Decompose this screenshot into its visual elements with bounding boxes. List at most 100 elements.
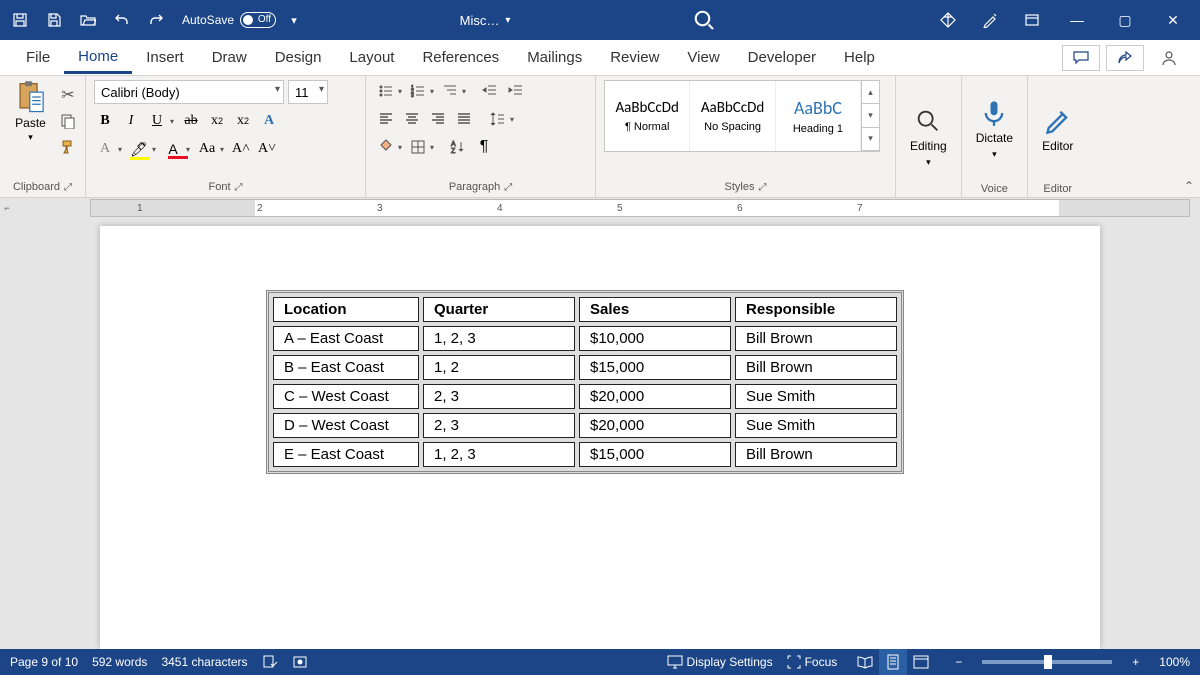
spellcheck-icon[interactable] — [262, 654, 278, 670]
clipboard-launcher-icon[interactable]: ⤢ — [64, 182, 72, 193]
share-button[interactable] — [1106, 45, 1144, 71]
table-cell[interactable]: 1, 2, 3 — [423, 326, 575, 351]
font-color-grey-button[interactable]: A — [94, 138, 116, 160]
table-cell[interactable]: $10,000 — [579, 326, 731, 351]
web-layout-icon[interactable] — [907, 649, 935, 675]
zoom-out-button[interactable]: − — [949, 655, 968, 669]
title-dropdown-icon[interactable]: ▾ — [505, 15, 510, 26]
table-cell[interactable]: B – East Coast — [273, 355, 419, 380]
decrease-indent-button[interactable] — [478, 80, 502, 102]
maximize-button[interactable]: ▢ — [1102, 0, 1148, 40]
bold-button[interactable]: B — [94, 110, 116, 132]
document-area[interactable]: LocationQuarterSalesResponsible A – East… — [0, 218, 1200, 649]
table-cell[interactable]: Bill Brown — [735, 442, 897, 467]
numbering-button[interactable]: 123 — [406, 80, 430, 102]
print-layout-icon[interactable] — [879, 649, 907, 675]
styles-launcher-icon[interactable]: ⤢ — [758, 182, 766, 193]
gallery-up-icon[interactable]: ▴ — [862, 81, 879, 104]
tab-help[interactable]: Help — [830, 43, 889, 72]
shrink-font-button[interactable]: A˅ — [256, 138, 278, 160]
table-cell[interactable]: Sue Smith — [735, 384, 897, 409]
page[interactable]: LocationQuarterSalesResponsible A – East… — [100, 226, 1100, 649]
document-table[interactable]: LocationQuarterSalesResponsible A – East… — [266, 290, 904, 474]
paragraph-launcher-icon[interactable]: ⤢ — [504, 182, 512, 193]
table-cell[interactable]: $20,000 — [579, 413, 731, 438]
font-color-button[interactable]: A — [162, 138, 184, 160]
char-count[interactable]: 3451 characters — [161, 655, 247, 669]
minimize-button[interactable]: — — [1054, 0, 1100, 40]
search-icon[interactable] — [692, 8, 716, 32]
table-cell[interactable]: 2, 3 — [423, 413, 575, 438]
format-painter-icon[interactable] — [59, 138, 77, 156]
paste-button[interactable]: Paste ▾ — [8, 80, 53, 143]
font-name-select[interactable] — [94, 80, 284, 104]
font-size-select[interactable] — [288, 80, 328, 104]
qat-customize-icon[interactable]: ▾ — [282, 8, 306, 32]
tab-developer[interactable]: Developer — [734, 43, 830, 72]
table-cell[interactable]: 1, 2 — [423, 355, 575, 380]
tab-review[interactable]: Review — [596, 43, 673, 72]
grow-font-button[interactable]: A˄ — [230, 138, 252, 160]
table-header[interactable]: Responsible — [735, 297, 897, 322]
open-icon[interactable] — [76, 8, 100, 32]
table-cell[interactable]: $20,000 — [579, 384, 731, 409]
table-cell[interactable]: $15,000 — [579, 355, 731, 380]
close-button[interactable]: ✕ — [1150, 0, 1196, 40]
gallery-more-icon[interactable]: ▾ — [862, 128, 879, 151]
editing-button[interactable]: Editing ▾ — [896, 76, 962, 197]
tab-view[interactable]: View — [673, 43, 733, 72]
dictate-button[interactable]: Dictate ▾ — [962, 76, 1027, 181]
autosave-toggle[interactable]: Off — [240, 12, 276, 28]
shading-button[interactable] — [374, 136, 398, 158]
sort-button[interactable]: AZ — [446, 136, 470, 158]
line-spacing-button[interactable] — [486, 108, 510, 130]
table-header[interactable]: Quarter — [423, 297, 575, 322]
table-row[interactable]: D – West Coast2, 3$20,000Sue Smith — [273, 413, 897, 438]
document-title[interactable]: Misc… — [460, 13, 500, 28]
coming-soon-icon[interactable] — [970, 0, 1010, 40]
horizontal-ruler[interactable]: 1234567 — [90, 199, 1190, 217]
gallery-down-icon[interactable]: ▾ — [862, 104, 879, 127]
tab-insert[interactable]: Insert — [132, 43, 198, 72]
table-cell[interactable]: Sue Smith — [735, 413, 897, 438]
read-mode-icon[interactable] — [851, 649, 879, 675]
align-right-button[interactable] — [426, 108, 450, 130]
account-icon[interactable] — [1150, 45, 1188, 71]
tab-design[interactable]: Design — [261, 43, 336, 72]
table-cell[interactable]: E – East Coast — [273, 442, 419, 467]
cut-icon[interactable]: ✂ — [59, 86, 77, 104]
table-cell[interactable]: D – West Coast — [273, 413, 419, 438]
multilevel-button[interactable] — [438, 80, 462, 102]
redo-icon[interactable] — [144, 8, 168, 32]
table-header[interactable]: Location — [273, 297, 419, 322]
table-cell[interactable]: A – East Coast — [273, 326, 419, 351]
ribbon-display-icon[interactable] — [1012, 0, 1052, 40]
collapse-ribbon-icon[interactable]: ⌃ — [1184, 179, 1194, 193]
style-heading1[interactable]: AaBbCHeading 1 — [776, 81, 861, 151]
justify-button[interactable] — [452, 108, 476, 130]
table-cell[interactable]: C – West Coast — [273, 384, 419, 409]
tab-references[interactable]: References — [408, 43, 513, 72]
table-cell[interactable]: Bill Brown — [735, 326, 897, 351]
zoom-slider[interactable] — [982, 660, 1112, 664]
style-no-spacing[interactable]: AaBbCcDdNo Spacing — [690, 81, 775, 151]
tab-mailings[interactable]: Mailings — [513, 43, 596, 72]
bullets-button[interactable] — [374, 80, 398, 102]
increase-indent-button[interactable] — [504, 80, 528, 102]
focus-mode[interactable]: Focus — [787, 655, 838, 669]
diamond-icon[interactable] — [928, 0, 968, 40]
table-row[interactable]: E – East Coast1, 2, 3$15,000Bill Brown — [273, 442, 897, 467]
borders-button[interactable] — [406, 136, 430, 158]
ruler-corner-icon[interactable]: ⌐ — [0, 198, 14, 218]
table-cell[interactable]: Bill Brown — [735, 355, 897, 380]
tab-layout[interactable]: Layout — [335, 43, 408, 72]
qat-autosave-icon[interactable] — [8, 8, 32, 32]
zoom-level[interactable]: 100% — [1159, 655, 1190, 669]
superscript-button[interactable]: x2 — [232, 110, 254, 132]
table-row[interactable]: C – West Coast2, 3$20,000Sue Smith — [273, 384, 897, 409]
copy-icon[interactable] — [59, 112, 77, 130]
align-left-button[interactable] — [374, 108, 398, 130]
style-normal[interactable]: AaBbCcDd¶ Normal — [605, 81, 690, 151]
strikethrough-button[interactable]: ab — [180, 110, 202, 132]
editor-button[interactable]: Editor — [1028, 76, 1087, 181]
